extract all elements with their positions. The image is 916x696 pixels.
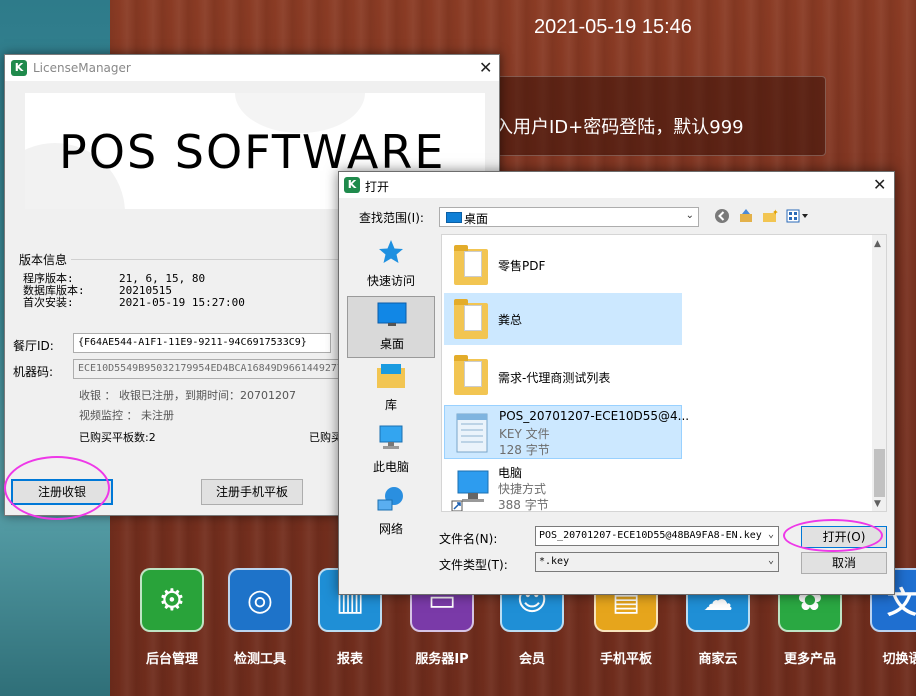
scroll-down-icon[interactable]: ▼ <box>874 499 881 509</box>
dialog-title: 打开 <box>365 180 390 194</box>
view-menu-icon[interactable] <box>785 207 811 225</box>
place-quick-access[interactable]: 快速访问 <box>347 234 435 296</box>
computer-shortcut-icon <box>450 467 490 511</box>
places-bar: 快速访问 桌面 库 此电脑 网络 <box>347 234 435 536</box>
highlight-circle-register <box>4 456 110 520</box>
lookin-label: 查找范围(I): <box>359 211 424 225</box>
gear-icon: ⚙ <box>140 568 204 632</box>
restaurant-id-label: 餐厅ID: <box>13 339 54 353</box>
lookin-value: 桌面 <box>464 212 489 226</box>
chevron-down-icon[interactable]: ⌄ <box>768 529 774 540</box>
close-icon[interactable]: ✕ <box>479 60 492 76</box>
login-hint-text: 入用户ID+密码登陆，默认999 <box>495 117 744 138</box>
place-this-pc[interactable]: 此电脑 <box>347 420 435 482</box>
back-icon[interactable] <box>713 207 731 225</box>
filename-input[interactable]: POS_20701207-ECE10D55@48BA9FA8-EN.key ⌄ <box>535 526 779 546</box>
place-network[interactable]: 网络 <box>347 482 435 544</box>
desktop-icon <box>376 301 408 329</box>
file-item-computer-shortcut[interactable]: 电脑 快捷方式 388 字节 <box>444 463 682 511</box>
file-list[interactable]: 零售PDF 粪总 需求-代理商测试列表 POS_20701207-ECE10D5… <box>441 234 887 512</box>
filetype-label: 文件类型(T): <box>439 558 508 572</box>
network-icon <box>375 486 407 514</box>
scroll-up-icon[interactable]: ▲ <box>874 239 881 249</box>
magnifier-icon: ◎ <box>228 568 292 632</box>
machine-code-label: 机器码: <box>13 365 54 379</box>
file-item-pos-key[interactable]: POS_20701207-ECE10D55@4... KEY 文件 128 字节 <box>444 405 689 459</box>
version-group-label: 版本信息 <box>19 253 68 267</box>
app-logo-icon: K <box>344 177 360 193</box>
scrollbar-thumb[interactable] <box>874 449 885 497</box>
dock-item-admin[interactable]: ⚙ 后台管理 <box>128 568 208 678</box>
first-install-label: 首次安装: <box>23 296 74 309</box>
star-icon <box>375 238 407 266</box>
file-item-agent-test-list[interactable]: 需求-代理商测试列表 <box>444 349 682 401</box>
app-logo-icon: K <box>11 60 27 76</box>
chevron-down-icon: ⌄ <box>767 555 774 566</box>
first-install-value: 2021-05-19 15:27:00 <box>119 296 245 309</box>
filename-label: 文件名(N): <box>439 532 498 546</box>
file-item-retail-pdf[interactable]: 零售PDF <box>444 239 682 291</box>
register-tablet-button[interactable]: 注册手机平板 <box>201 479 303 505</box>
window-title: LicenseManager <box>33 61 131 75</box>
file-list-scrollbar[interactable]: ▲ ▼ <box>872 235 886 511</box>
cashier-status: 收银 ： 收银已注册，到期时间：20701207 <box>79 389 296 402</box>
computer-icon <box>375 424 407 452</box>
place-library[interactable]: 库 <box>347 358 435 420</box>
tablets-bought: 已购买平板数:2 <box>79 431 156 444</box>
cancel-button[interactable]: 取消 <box>801 552 887 574</box>
dock-item-diagnostics[interactable]: ◎ 检测工具 <box>216 568 296 678</box>
desktop-clock: 2021-05-19 15:46 <box>534 16 692 38</box>
up-folder-icon[interactable] <box>737 207 755 225</box>
svg-text:✦: ✦ <box>772 208 778 217</box>
library-icon <box>375 362 407 390</box>
new-folder-icon[interactable]: ✦ <box>761 207 779 225</box>
chevron-down-icon: ⌄ <box>685 210 694 221</box>
license-manager-titlebar[interactable]: K LicenseManager ✕ <box>5 55 499 81</box>
place-desktop[interactable]: 桌面 <box>347 296 435 358</box>
folder-icon <box>450 297 490 341</box>
restaurant-id-field[interactable]: {F64AE544-A1F1-11E9-9211-94C6917533C9} <box>73 333 331 353</box>
highlight-circle-open <box>783 519 883 552</box>
open-dialog-titlebar[interactable]: K 打开 ✕ <box>339 172 894 198</box>
filetype-select[interactable]: *.key ⌄ <box>535 552 779 572</box>
lookin-select[interactable]: 桌面 ⌄ <box>439 207 699 227</box>
login-hint-banner: 入用户ID+密码登陆，默认999 <box>470 76 826 156</box>
machine-code-field[interactable]: ECE10D5549B95032179954ED4BCA16849D966144… <box>73 359 339 379</box>
file-item-folder-2[interactable]: 粪总 <box>444 293 682 345</box>
notepad-file-icon <box>451 410 491 454</box>
close-icon[interactable]: ✕ <box>873 177 886 193</box>
desktop-folder-icon <box>446 212 462 223</box>
video-status: 视频监控 ： 未注册 <box>79 409 174 422</box>
folder-icon <box>450 243 490 287</box>
folder-icon <box>450 353 490 397</box>
